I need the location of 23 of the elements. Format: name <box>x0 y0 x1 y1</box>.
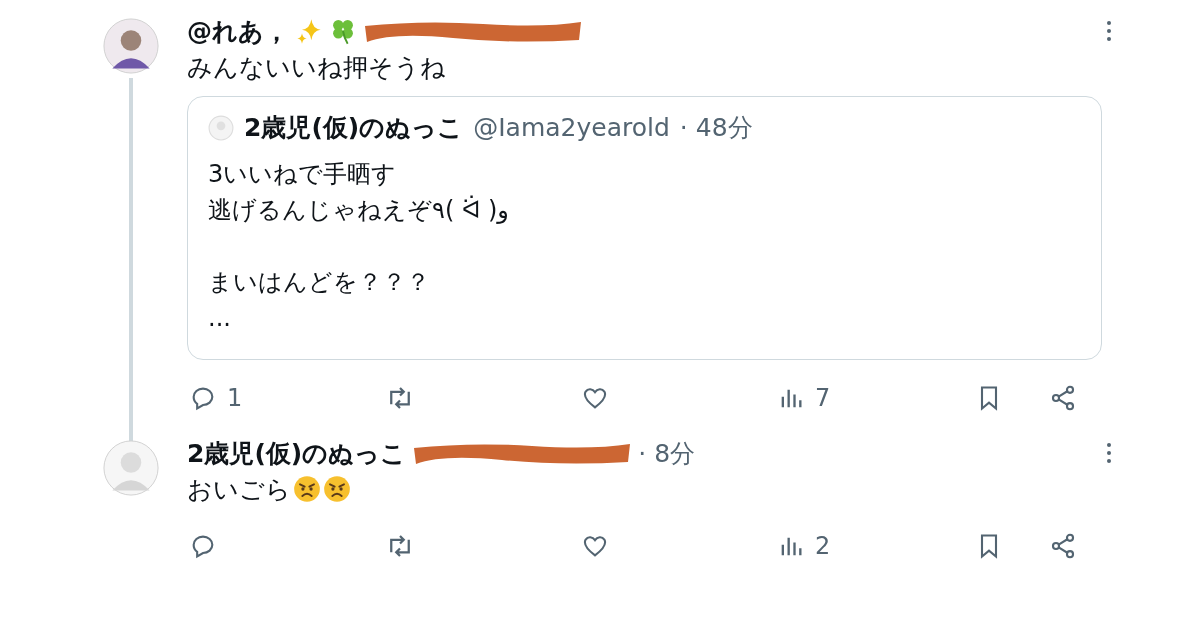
share-icon[interactable] <box>1049 532 1077 560</box>
post-time: · 8分 <box>638 437 696 470</box>
more-icon[interactable] <box>1106 20 1112 42</box>
more-icon[interactable] <box>1106 442 1112 464</box>
quote-text: まいはんどを？？？ <box>208 267 431 298</box>
sparkles-icon <box>295 17 323 45</box>
user-handle: @Iama2yearold <box>473 113 670 142</box>
user-name[interactable]: 2歳児(仮)のぬっこ <box>187 436 407 470</box>
avatar-icon[interactable] <box>103 18 159 74</box>
post-text: おいごら <box>187 473 291 506</box>
user-name[interactable]: @れあ， <box>187 14 289 48</box>
angry-face-icon <box>293 475 321 503</box>
reply-count: 1 <box>227 384 243 412</box>
angry-face-icon <box>323 475 351 503</box>
view-count: 7 <box>815 384 831 412</box>
user-name[interactable]: 2歳児(仮)のぬっこ <box>244 111 464 144</box>
post-text: みんないいね押そうね <box>187 51 446 84</box>
view-count: 2 <box>815 532 831 560</box>
post-time: · 48分 <box>679 112 753 144</box>
quote-text: 逃げるんじゃねえぞ٩( ᐛ )و <box>208 194 510 226</box>
quote-text: 3いいねで手晒す <box>208 159 398 190</box>
quote-text: ... <box>208 303 232 334</box>
share-icon[interactable] <box>1049 384 1077 412</box>
